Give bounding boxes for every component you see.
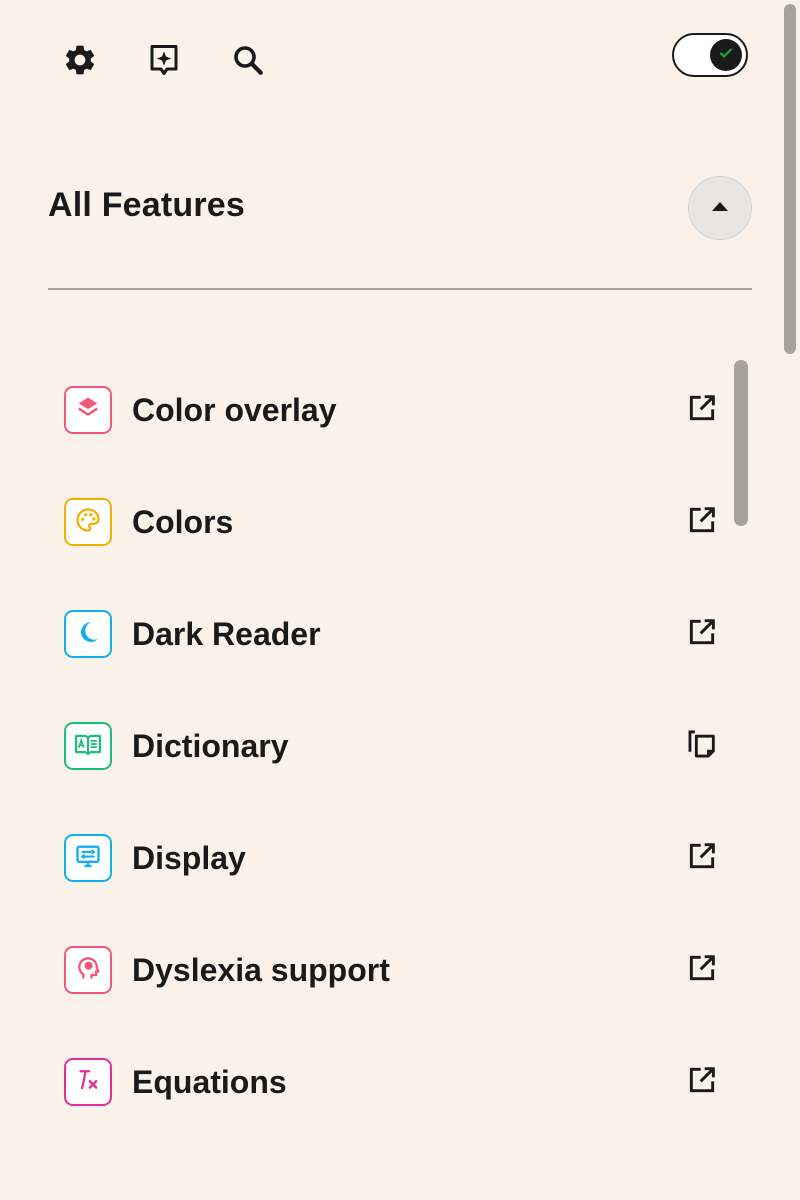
section-title: All Features — [48, 186, 246, 224]
open-external-button[interactable] — [680, 388, 724, 432]
feature-icon-box — [64, 498, 112, 546]
moon-icon — [74, 618, 102, 651]
feature-row-dictionary[interactable]: Dictionary — [64, 718, 724, 774]
toggle-knob — [710, 39, 742, 71]
gear-icon — [62, 42, 98, 83]
toolbar — [60, 42, 268, 82]
external-link-icon — [686, 1064, 718, 1101]
feature-list-scrollbar[interactable] — [734, 360, 748, 526]
feature-row-color-overlay[interactable]: Color overlay — [64, 382, 724, 438]
feature-row-colors[interactable]: Colors — [64, 494, 724, 550]
external-link-icon — [686, 392, 718, 429]
search-icon — [230, 42, 266, 83]
feature-label: Color overlay — [132, 391, 337, 428]
feature-row-dyslexia-support[interactable]: Dyslexia support — [64, 942, 724, 998]
ai-assistant-button[interactable] — [144, 42, 184, 82]
open-external-button[interactable] — [680, 948, 724, 992]
external-link-icon — [686, 952, 718, 989]
section-divider — [48, 288, 752, 290]
feature-icon-box — [64, 946, 112, 994]
head-icon — [74, 954, 102, 987]
open-external-button[interactable] — [680, 500, 724, 544]
feature-label: Dark Reader — [132, 615, 321, 652]
feature-label: Display — [132, 839, 246, 876]
feature-list: Color overlay Colors Dark Reader Diction… — [64, 354, 724, 1200]
external-link-icon — [686, 616, 718, 653]
feature-icon-box — [64, 386, 112, 434]
external-link-icon — [686, 504, 718, 541]
copy-icon — [685, 727, 719, 766]
copy-button[interactable] — [680, 724, 724, 768]
external-link-icon — [686, 840, 718, 877]
sparkle-card-icon — [146, 42, 182, 83]
feature-icon-box — [64, 834, 112, 882]
feature-icon-box — [64, 722, 112, 770]
feature-label: Dyslexia support — [132, 951, 390, 988]
open-external-button[interactable] — [680, 612, 724, 656]
monitor-icon — [74, 842, 102, 875]
feature-icon-box — [64, 610, 112, 658]
caret-up-icon — [710, 199, 730, 217]
extension-toggle[interactable] — [672, 33, 748, 77]
page-scrollbar[interactable] — [784, 4, 796, 354]
feature-row-equations[interactable]: Equations — [64, 1054, 724, 1110]
feature-row-dark-reader[interactable]: Dark Reader — [64, 606, 724, 662]
open-external-button[interactable] — [680, 836, 724, 880]
open-external-button[interactable] — [680, 1060, 724, 1104]
feature-row-display[interactable]: Display — [64, 830, 724, 886]
palette-icon — [74, 506, 102, 539]
feature-label: Equations — [132, 1063, 287, 1100]
book-icon — [73, 729, 103, 764]
feature-icon-box — [64, 1058, 112, 1106]
layers-icon — [74, 394, 102, 427]
formula-icon — [73, 1065, 103, 1100]
feature-label: Colors — [132, 503, 234, 540]
collapse-button[interactable] — [688, 176, 752, 240]
search-button[interactable] — [228, 42, 268, 82]
checkmark-icon — [718, 45, 734, 66]
settings-button[interactable] — [60, 42, 100, 82]
feature-label: Dictionary — [132, 727, 289, 764]
